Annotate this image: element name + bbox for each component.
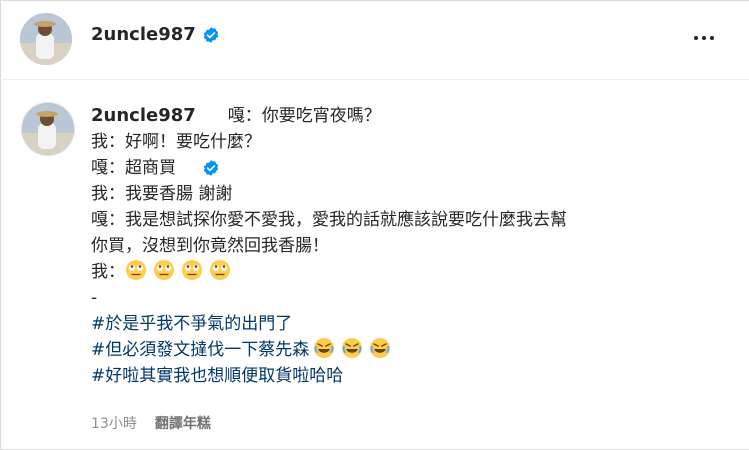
rolling-laughing-icon (369, 337, 391, 359)
caption-line: 你買，沒想到你竟然回我香腸！ (91, 236, 329, 256)
emoji-line: 我： (91, 259, 721, 285)
face-rolling-eyes-icon (209, 259, 231, 281)
avatar-photo (22, 103, 74, 155)
avatar[interactable] (20, 13, 72, 65)
caption-text: 嘎：你要吃宵夜嗎？ (227, 106, 381, 126)
separator-text: - (91, 288, 98, 308)
hashtag-link[interactable]: #好啦其實我也想順便取貨啦哈哈 (91, 363, 721, 389)
hashtag-link[interactable]: #但必須發文撻伐一下蔡先森 (91, 340, 309, 360)
translate-link[interactable]: 翻譯年糕 (155, 413, 211, 433)
caption-line: 我：我要香腸 謝謝 (91, 184, 233, 204)
rolling-laughing-icon (341, 337, 363, 359)
caption-line: 嘎：超商買 (91, 158, 176, 178)
hashtag-line: #但必須發文撻伐一下蔡先森 (91, 337, 721, 363)
caption-line: 我：好啊！要吃什麼？ (91, 132, 261, 152)
avatar-photo (20, 13, 72, 65)
hashtag-link[interactable]: #於是乎我不爭氣的出門了 (91, 311, 721, 337)
verified-badge-icon (202, 107, 220, 176)
caption-line: 嘎：我是想試探你愛不愛我，愛我的話就應該說要吃什麼我去幫 (91, 210, 567, 230)
verified-badge-icon (202, 26, 220, 44)
more-horizontal-icon[interactable] (689, 26, 719, 50)
emoji-line-prefix: 我： (91, 262, 125, 282)
avatar[interactable] (22, 103, 74, 155)
face-rolling-eyes-icon (181, 259, 203, 281)
post-meta: 13小時 翻譯年糕 (91, 413, 211, 433)
rolling-laughing-icon (313, 337, 335, 359)
caption-username[interactable]: 2uncle987 (91, 103, 196, 129)
post-time[interactable]: 13小時 (91, 413, 137, 433)
face-rolling-eyes-icon (125, 259, 147, 281)
post-header: 2uncle987 (0, 0, 749, 80)
post-caption: 2uncle987 嘎：你要吃宵夜嗎？ 我：好啊！要吃什麼？ 嘎：超商買 我：我… (91, 103, 721, 389)
face-rolling-eyes-icon (153, 259, 175, 281)
header-username[interactable]: 2uncle987 (91, 24, 196, 45)
